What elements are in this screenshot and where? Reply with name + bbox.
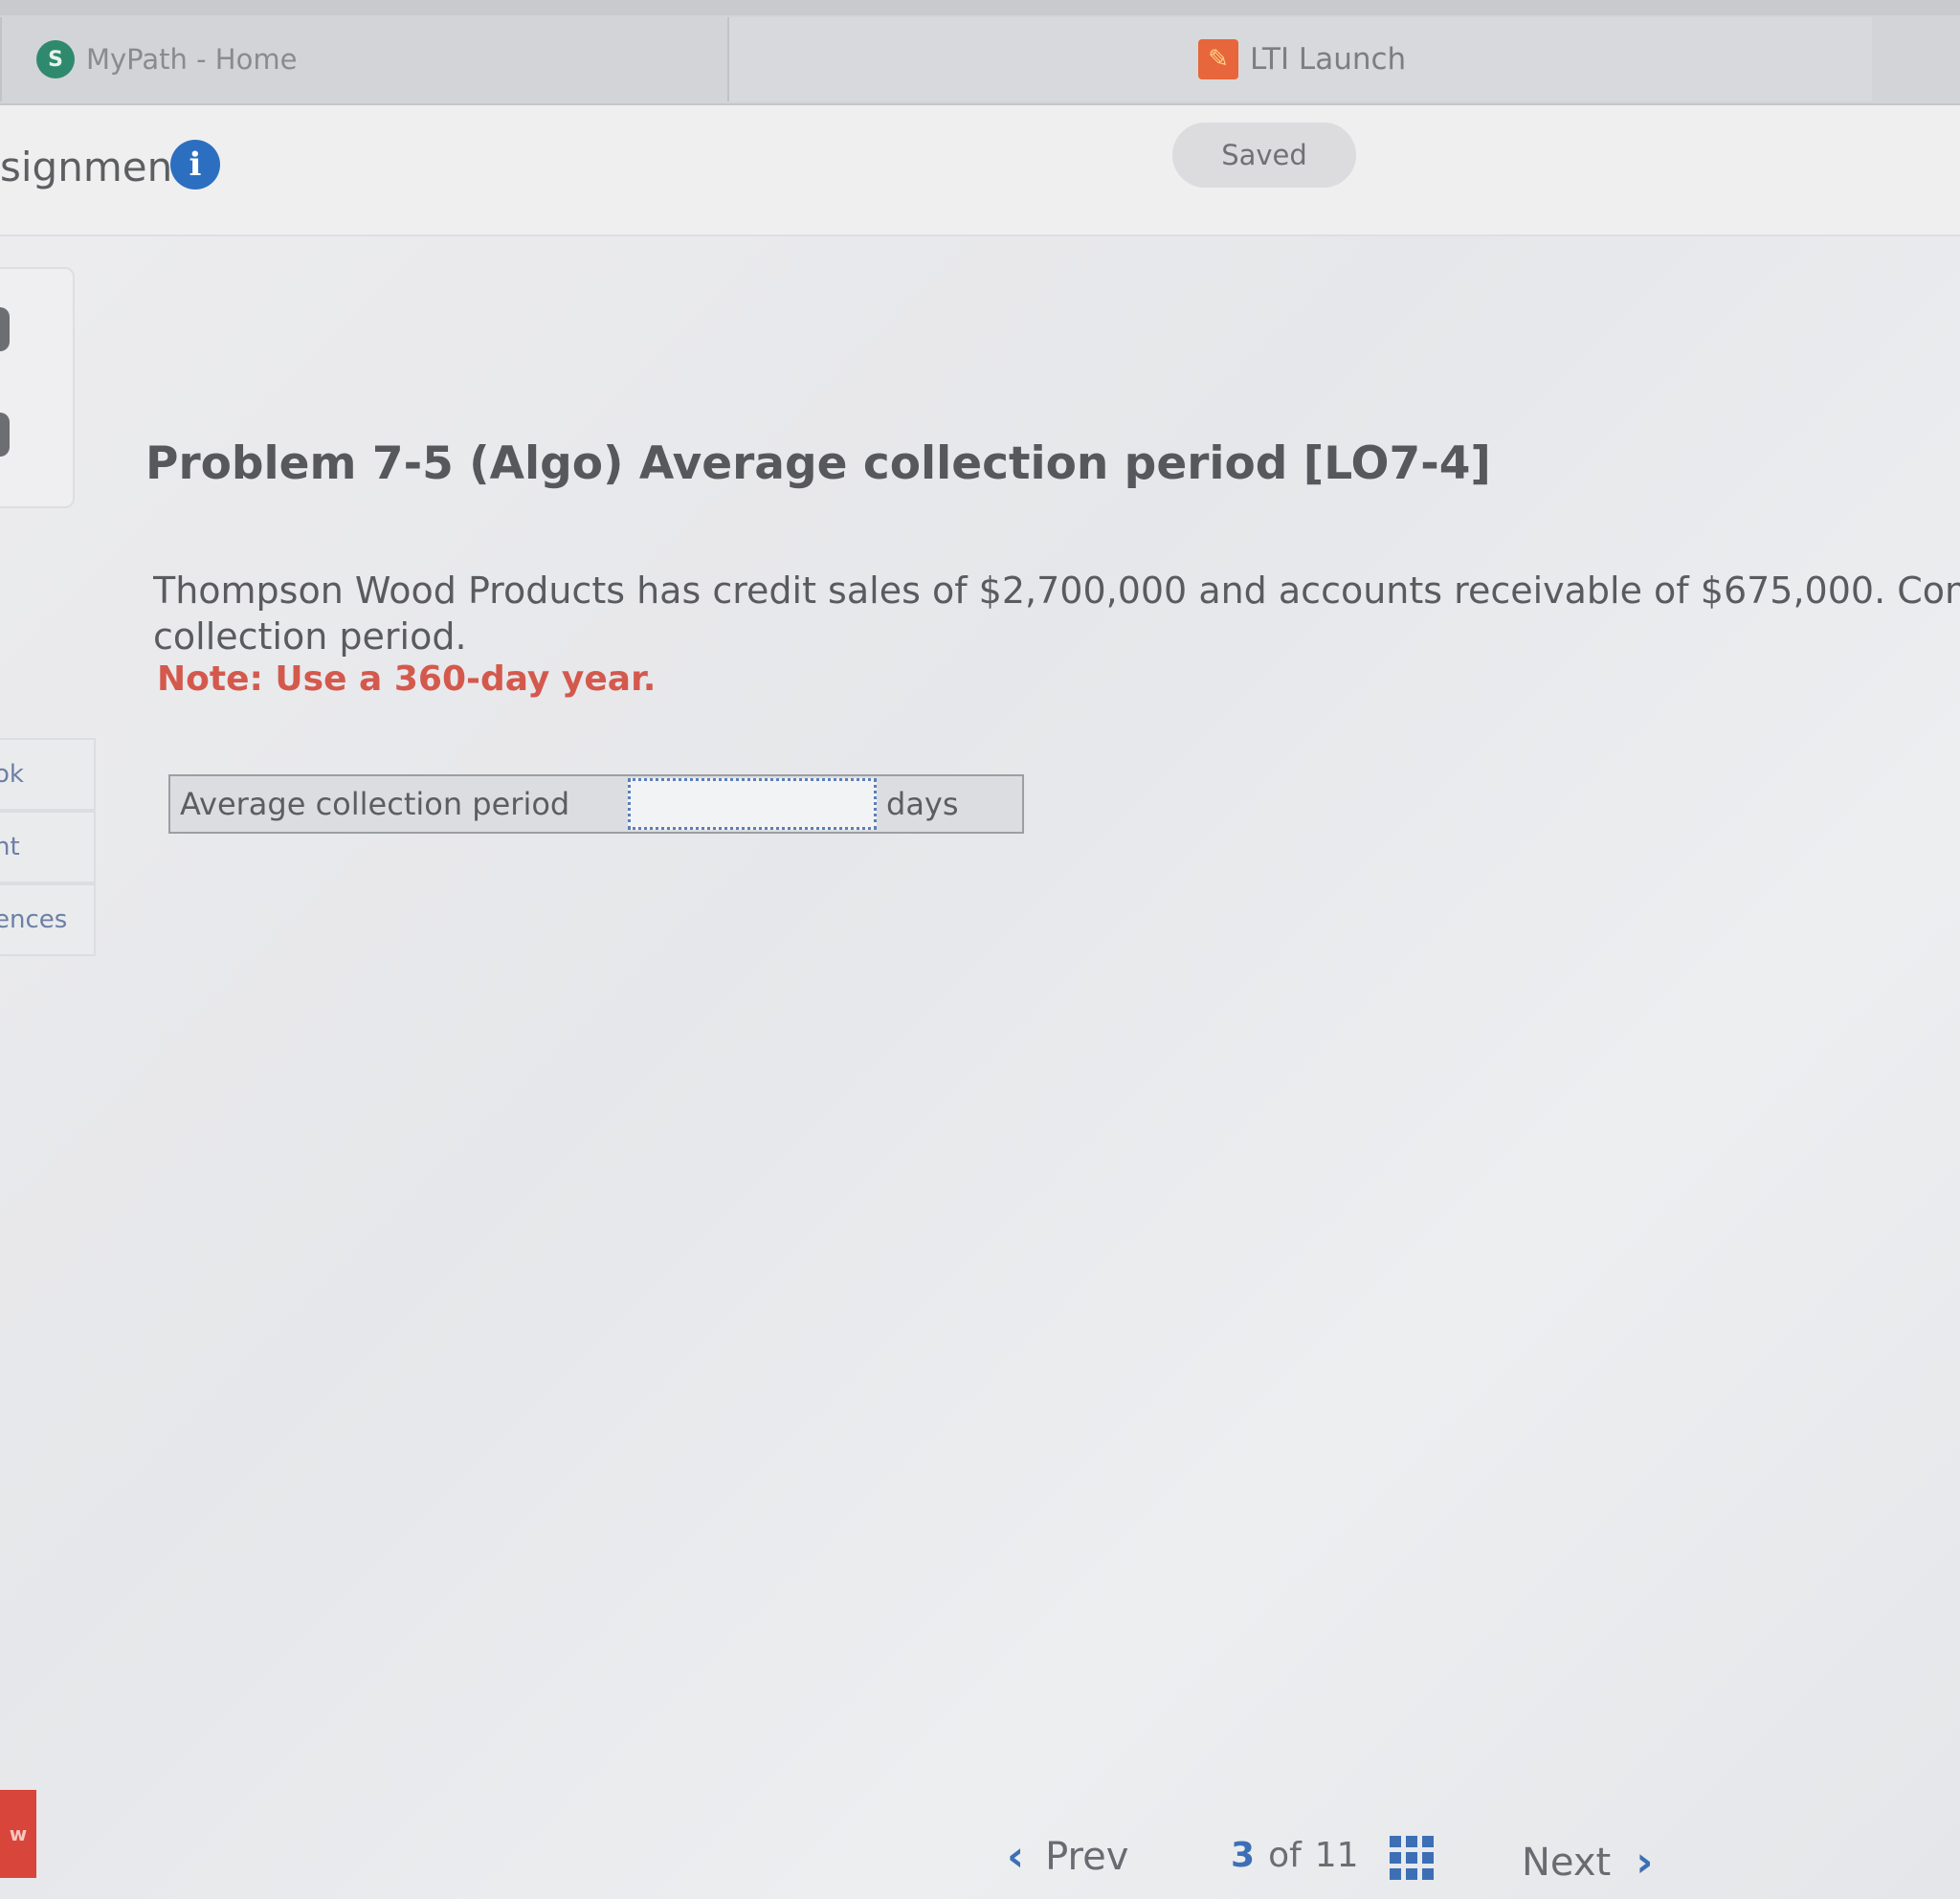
- side-panel-dot: [0, 413, 10, 457]
- prev-button[interactable]: ‹ Prev: [1007, 1832, 1128, 1881]
- info-icon[interactable]: i: [170, 140, 220, 190]
- sidebar-item-ebook[interactable]: ok: [0, 738, 96, 811]
- page-indicator: 3 of 11: [1231, 1836, 1359, 1875]
- sidebar-item-label: ences: [0, 905, 68, 934]
- prev-label: Prev: [1045, 1834, 1129, 1879]
- side-panel-dot: [0, 307, 10, 351]
- total-pages-number: 11: [1314, 1836, 1359, 1875]
- answer-table-row: Average collection period days: [168, 774, 1024, 834]
- average-collection-period-input[interactable]: [628, 778, 877, 830]
- question-content-area: ok nt ences Problem 7-5 (Algo) Average c…: [0, 236, 1960, 1899]
- answer-label: Average collection period: [180, 786, 570, 822]
- browser-tab-strip: S MyPath - Home ✎ LTI Launch: [0, 0, 1960, 105]
- sidebar-item-label: nt: [0, 833, 20, 861]
- answer-unit-label: days: [886, 786, 959, 822]
- problem-title: Problem 7-5 (Algo) Average collection pe…: [145, 437, 1491, 490]
- problem-note: Note: Use a 360-day year.: [157, 659, 657, 699]
- next-button[interactable]: Next ›: [1522, 1838, 1653, 1887]
- browser-tab-mypath[interactable]: S MyPath - Home: [0, 17, 727, 101]
- side-panel-stub: [0, 267, 75, 508]
- problem-statement-line: Thompson Wood Products has credit sales …: [153, 570, 1960, 612]
- saved-status-badge: Saved: [1172, 123, 1356, 188]
- browser-tab-mypath-label: MyPath - Home: [86, 43, 298, 76]
- browser-tab-lti-launch[interactable]: ✎ LTI Launch: [727, 17, 1872, 101]
- next-label: Next: [1522, 1840, 1612, 1885]
- page-of-label: of: [1268, 1836, 1302, 1875]
- assignment-header: signment i Saved: [0, 105, 1960, 236]
- chevron-right-icon: ›: [1636, 1838, 1654, 1887]
- chevron-left-icon: ‹: [1007, 1832, 1025, 1881]
- mypath-favicon-icon: S: [36, 40, 75, 78]
- question-grid-icon[interactable]: [1390, 1836, 1434, 1880]
- sidebar-item-print[interactable]: nt: [0, 811, 96, 883]
- assignment-title: signment: [0, 144, 189, 190]
- sidebar-item-label: ok: [0, 760, 24, 789]
- pencil-icon: ✎: [1198, 39, 1238, 79]
- question-navigation: ‹ Prev 3 of 11 Next ›: [0, 1819, 1960, 1899]
- browser-tab-lti-label: LTI Launch: [1250, 42, 1407, 77]
- current-page-number: 3: [1231, 1836, 1256, 1875]
- problem-statement-line: collection period.: [153, 615, 467, 658]
- problem-statement: Thompson Wood Products has credit sales …: [153, 568, 1960, 659]
- tab-strip-edge: [0, 0, 1960, 15]
- sidebar-item-references[interactable]: ences: [0, 883, 96, 956]
